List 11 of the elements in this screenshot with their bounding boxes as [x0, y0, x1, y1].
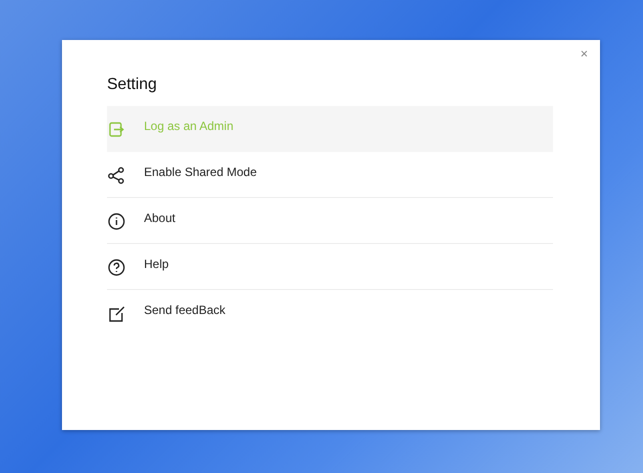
info-icon — [107, 212, 126, 231]
login-icon — [107, 120, 126, 139]
menu-item[interactable]: About — [107, 198, 553, 244]
close-button[interactable]: × — [578, 44, 590, 63]
dialog-title: Setting — [107, 76, 158, 94]
menu-item[interactable]: Send feedBack — [107, 290, 553, 336]
help-icon — [107, 258, 126, 277]
edit-icon — [107, 304, 126, 324]
menu-item[interactable]: Enable Shared Mode — [107, 152, 553, 198]
menu-item[interactable]: Help — [107, 244, 553, 290]
share-icon — [107, 166, 126, 185]
